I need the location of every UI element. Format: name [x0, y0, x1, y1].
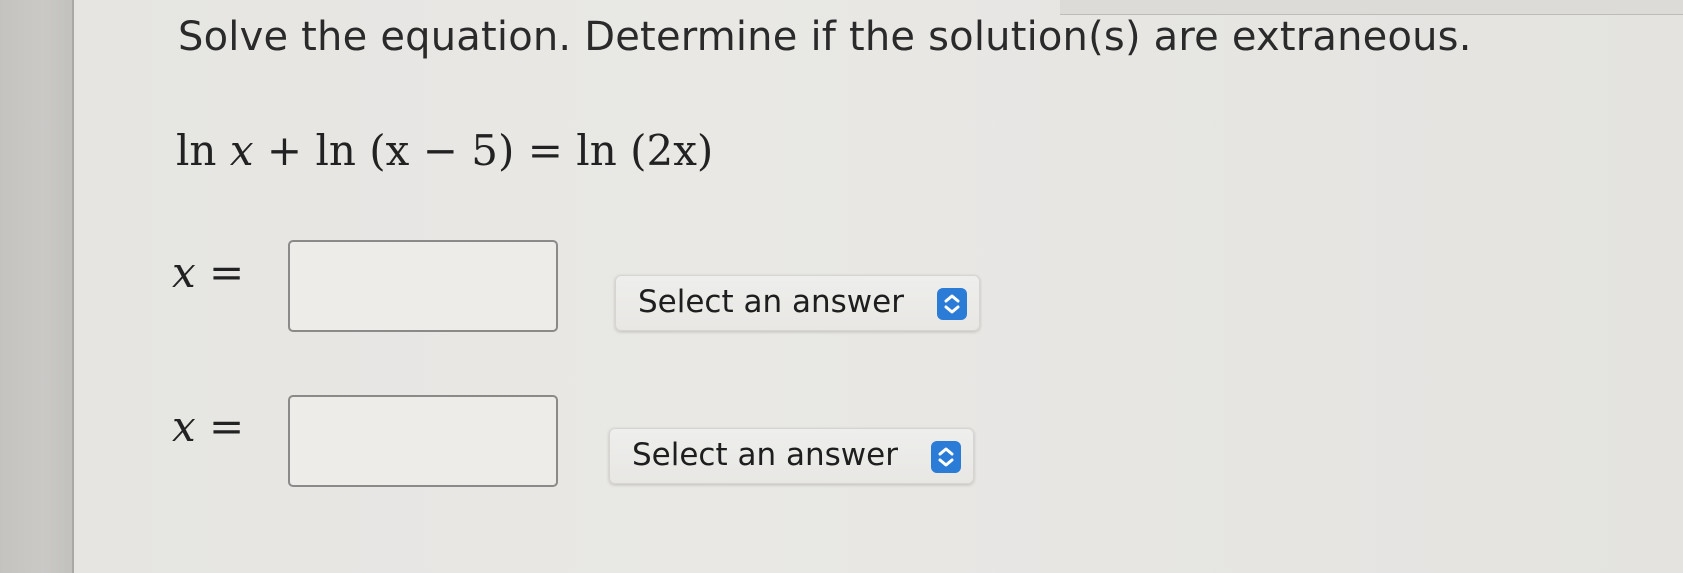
equation-group-2: (2x) [630, 126, 714, 175]
equation-ln-3: ln [576, 126, 617, 175]
answer-1-label: x = [172, 248, 244, 297]
answer-2-label: x = [172, 402, 244, 451]
equation: ln x + ln (x − 5) = ln (2x) [176, 126, 713, 175]
top-edge [1060, 0, 1683, 15]
equation-group-1: (x − 5) [369, 126, 515, 175]
answer-2-equals: = [195, 402, 245, 451]
answer-1-input[interactable] [288, 240, 558, 332]
answer-2-input[interactable] [288, 395, 558, 487]
equation-ln-2: ln [315, 126, 356, 175]
left-margin [0, 0, 72, 573]
chevron-up-down-icon [937, 288, 967, 320]
equation-variable-x: x [229, 126, 254, 175]
answer-1-select-label: Select an answer [638, 284, 904, 320]
equation-ln-1: ln [176, 126, 217, 175]
answer-1-equals: = [195, 248, 245, 297]
equation-plus: + [266, 126, 316, 175]
answer-1-select[interactable]: Select an answer [615, 275, 980, 331]
answer-2-select-label: Select an answer [632, 437, 898, 473]
answer-2-select[interactable]: Select an answer [609, 428, 974, 484]
answer-2-variable: x [172, 402, 196, 451]
chevron-up-down-icon [931, 441, 961, 473]
equation-equals: = [527, 126, 577, 175]
question-prompt: Solve the equation. Determine if the sol… [178, 14, 1472, 60]
answer-1-variable: x [172, 248, 196, 297]
